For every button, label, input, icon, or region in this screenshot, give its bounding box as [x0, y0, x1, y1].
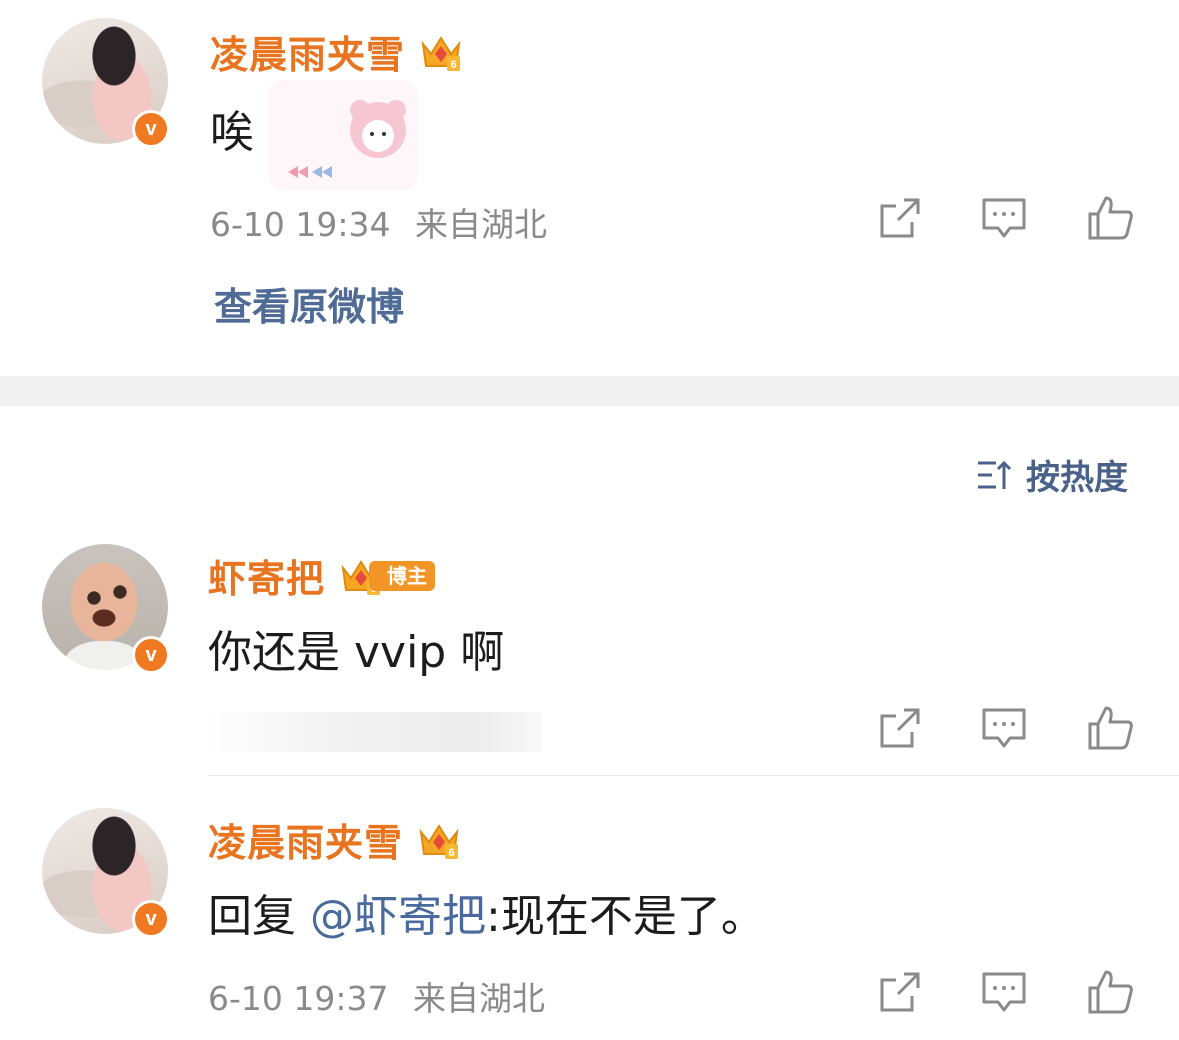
sort-label: 按热度 [1026, 458, 1128, 498]
username[interactable]: 虾寄把 [208, 548, 325, 603]
svg-text:6: 6 [448, 847, 454, 859]
comment-text: 唉 [210, 107, 254, 158]
like-icon[interactable] [1084, 966, 1136, 1018]
share-icon[interactable] [874, 966, 926, 1018]
reply-divider [208, 775, 1179, 776]
svg-text:6: 6 [450, 59, 456, 71]
like-icon[interactable] [1084, 702, 1136, 754]
reply-text: 回复 @虾寄把:现在不是了。 [208, 880, 765, 944]
vip-crown-icon: 6 [419, 823, 459, 859]
comment-icon[interactable] [978, 192, 1030, 244]
share-icon[interactable] [874, 192, 926, 244]
host-badge: 博主 [369, 560, 436, 591]
timestamp: 6-10 19:37 [208, 979, 389, 1018]
reply-body: :现在不是了。 [486, 891, 765, 942]
comment-icon[interactable] [978, 702, 1030, 754]
location: 来自湖北 [413, 979, 545, 1018]
reply-prefix: 回复 [208, 891, 310, 942]
reply-text: 你还是 vvip 啊 [208, 627, 505, 678]
username[interactable]: 凌晨雨夹雪 [210, 24, 405, 79]
verified-badge: v [132, 110, 170, 148]
section-divider [0, 376, 1179, 406]
comment-icon[interactable] [978, 966, 1030, 1018]
verified-badge: v [132, 636, 170, 674]
timestamp: 6-10 19:34 [210, 205, 391, 244]
view-original-link[interactable]: 查看原微博 [214, 276, 404, 331]
location: 来自湖北 [415, 205, 547, 244]
sort-icon [978, 460, 1012, 489]
sort-button[interactable]: 按热度 [974, 450, 1128, 499]
username[interactable]: 凌晨雨夹雪 [208, 812, 403, 867]
verified-badge: v [132, 900, 170, 938]
blurred-meta [202, 712, 542, 752]
sticker-image [268, 80, 418, 190]
share-icon[interactable] [874, 702, 926, 754]
mention-link[interactable]: @虾寄把 [310, 891, 486, 942]
vip-crown-icon: 6 [421, 35, 461, 71]
like-icon[interactable] [1084, 192, 1136, 244]
